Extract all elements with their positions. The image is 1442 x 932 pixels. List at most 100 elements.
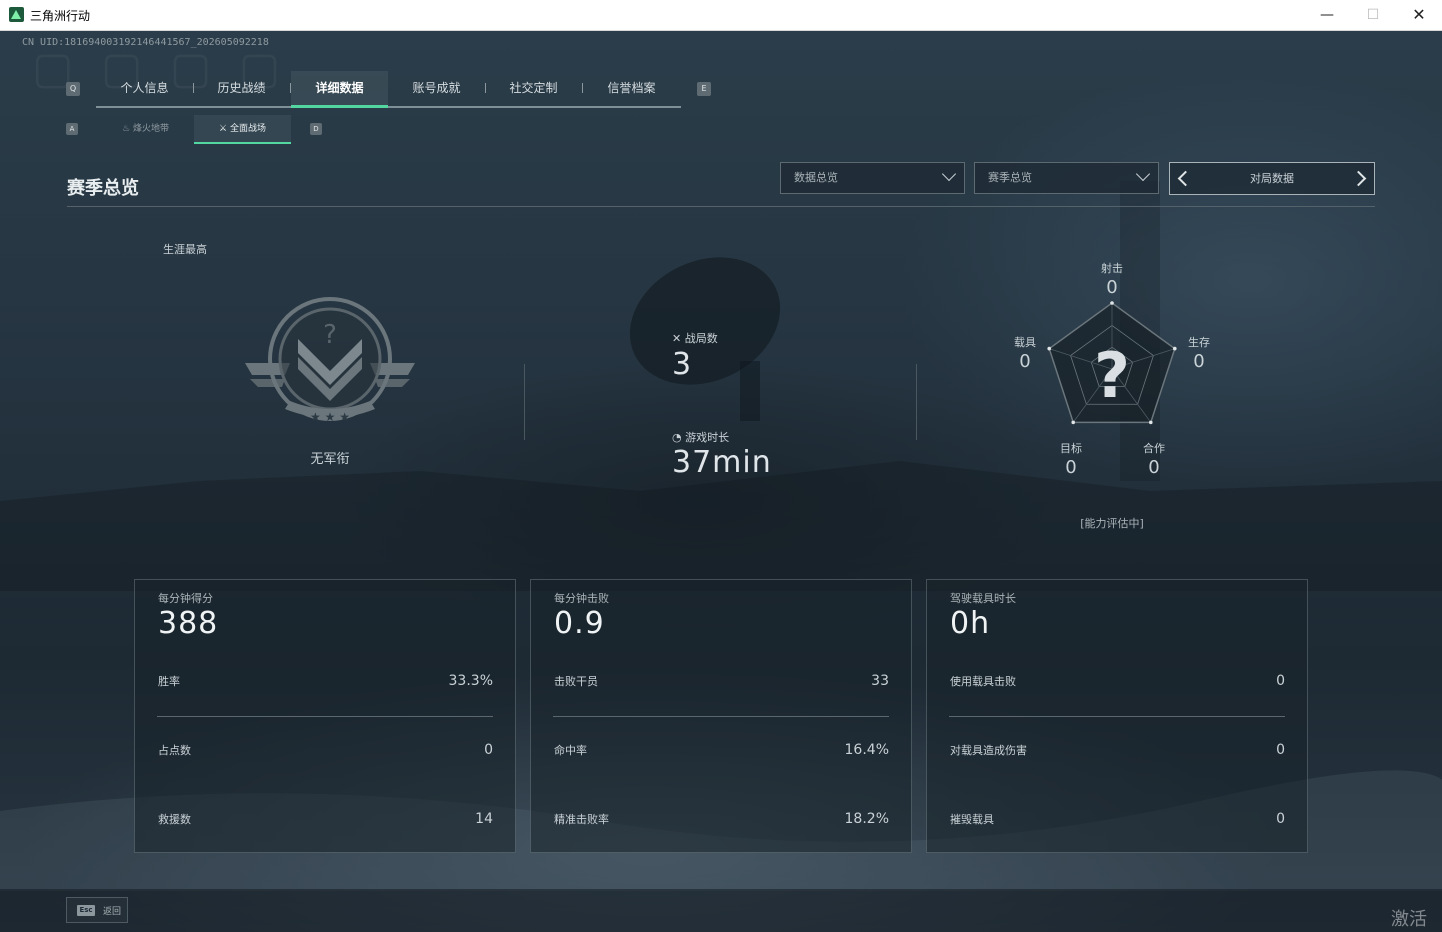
card-heading: 每分钟击败: [554, 592, 609, 605]
radar-vertex: [1110, 301, 1114, 305]
matches-value: 3: [672, 347, 693, 382]
tab-personal-info[interactable]: 个人信息: [96, 71, 193, 106]
tab-reputation[interactable]: 信誉档案: [583, 71, 680, 106]
card-big-value: 0.9: [554, 606, 605, 641]
back-label: 返回: [103, 907, 122, 917]
row-label: 对载具造成伤害: [950, 744, 1027, 757]
subtab-firezone-label: 烽火地带: [132, 124, 169, 134]
header-divider: [67, 206, 1375, 207]
radar-label-cooperation: 合作: [1143, 442, 1165, 455]
tab-social[interactable]: 社交定制: [485, 71, 582, 106]
tab-match-history[interactable]: 历史战绩: [193, 71, 290, 106]
rank-name: 无军衔: [310, 452, 350, 467]
match-data-pager: 对局数据: [1169, 162, 1375, 195]
row-label: 胜率: [158, 675, 180, 688]
rank-stars: ★ ★ ★: [310, 410, 350, 424]
page-title: 赛季总览: [67, 178, 139, 199]
window-title: 三角洲行动: [30, 9, 91, 23]
row-label: 救援数: [158, 813, 191, 826]
rank-badge-icon: ? ★ ★ ★: [245, 297, 415, 424]
chevron-down-icon: [1135, 166, 1151, 182]
tab-next-key[interactable]: E: [697, 82, 711, 96]
subtab-warfare[interactable]: ⚔ 全面战场: [194, 115, 291, 144]
dropdown-value: 赛季总览: [988, 171, 1032, 184]
season-dropdown[interactable]: 赛季总览: [974, 162, 1159, 194]
crossed-swords-icon: ✕: [672, 332, 685, 345]
career-highest-label: 生涯最高: [163, 243, 207, 256]
subtab-prev-key[interactable]: A: [66, 123, 78, 135]
playtime-label: 游戏时长: [685, 431, 730, 444]
radar-vertex: [1071, 420, 1076, 425]
radar-status: [能力评估中]: [1080, 517, 1144, 530]
row-label: 命中率: [554, 744, 587, 757]
row-label: 使用载具击败: [950, 675, 1016, 688]
crossed-arrows-icon: ⚔: [219, 124, 230, 134]
row-label: 击败干员: [554, 675, 598, 688]
subtab-firezone[interactable]: ♨ 烽火地带: [97, 115, 194, 143]
row-value: 0: [1276, 673, 1285, 689]
close-button[interactable]: ✕: [1396, 0, 1442, 30]
section-divider: [524, 364, 525, 440]
row-divider: [157, 716, 493, 717]
maximize-button[interactable]: ☐: [1350, 0, 1396, 30]
esc-key-icon: Esc: [77, 905, 95, 916]
radar-label-objective: 目标: [1060, 442, 1082, 455]
radar-vertex: [1148, 420, 1153, 425]
app-logo-icon: [9, 7, 24, 22]
chevron-down-icon: [941, 166, 957, 182]
rank-badge-glyph: ?: [323, 320, 337, 350]
back-button[interactable]: Esc 返回: [66, 897, 128, 923]
playtime-stat: ◔ 游戏时长: [672, 429, 729, 445]
tab-prev-key[interactable]: Q: [66, 82, 80, 96]
radar-value-vehicle: 0: [1019, 351, 1031, 372]
dropdown-value: 数据总览: [794, 171, 838, 184]
window-titlebar: 三角洲行动 — ☐ ✕: [0, 0, 1442, 31]
row-label: 占点数: [158, 744, 191, 757]
radar-vertex: [1047, 346, 1052, 351]
card-heading: 每分钟得分: [158, 592, 213, 605]
card-big-value: 0h: [950, 606, 991, 641]
main-tab-bar: 个人信息 历史战绩 详细数据 账号成就 社交定制 信誉档案: [96, 71, 681, 108]
playtime-value: 37min: [672, 445, 772, 480]
section-divider: [916, 364, 917, 440]
matches-stat: ✕ 战局数: [672, 330, 718, 346]
row-label: 精准击败率: [554, 813, 609, 826]
minimize-button[interactable]: —: [1304, 0, 1350, 30]
row-value: 18.2%: [844, 811, 889, 827]
row-value: 0: [1276, 811, 1285, 827]
row-value: 16.4%: [844, 742, 889, 758]
game-scene: ▢ ▢ ▢ ▢ CN UID:18169400319214644156­7_20…: [0, 31, 1442, 932]
subtab-next-key[interactable]: D: [310, 123, 322, 135]
subtab-warfare-label: 全面战场: [229, 124, 266, 134]
stat-card-vehicle: 驾驶载具时长 0h 使用载具击败 0 对载具造成伤害 0 摧毁载具 0: [926, 579, 1308, 853]
matches-label: 战局数: [684, 332, 718, 345]
row-divider: [949, 716, 1285, 717]
radar-label-shooting: 射击: [1101, 262, 1123, 275]
card-heading: 驾驶载具时长: [950, 592, 1016, 605]
row-value: 0: [484, 742, 493, 758]
row-value: 0: [1276, 742, 1285, 758]
stat-card-kills: 每分钟击败 0.9 击败干员 33 命中率 16.4% 精准击败率 18.2%: [530, 579, 912, 853]
row-label: 摧毁载具: [950, 813, 994, 826]
radar-value-survival: 0: [1193, 351, 1205, 372]
radar-label-vehicle: 载具: [1014, 336, 1036, 349]
stat-card-score: 每分钟得分 388 胜率 33.3% 占点数 0 救援数 14: [134, 579, 516, 853]
radar-center-glyph: ?: [1094, 339, 1130, 412]
windows-activation-watermark: 激活 W: [1391, 909, 1427, 932]
row-divider: [553, 716, 889, 717]
footer-bar: [0, 889, 1442, 932]
data-overview-dropdown[interactable]: 数据总览: [780, 162, 965, 194]
radar-value-objective: 0: [1065, 457, 1077, 478]
tab-detailed-data[interactable]: 详细数据: [291, 71, 388, 108]
radar-vertex: [1172, 346, 1177, 351]
tab-achievements[interactable]: 账号成就: [388, 71, 485, 106]
uid-text: CN UID:18169400319214644156­7_2026050922…: [22, 37, 269, 48]
radar-value-shooting: 0: [1106, 277, 1118, 298]
ability-radar-chart: ?: [1047, 301, 1177, 425]
row-value: 14: [475, 811, 493, 827]
radar-label-survival: 生存: [1188, 336, 1210, 349]
row-value: 33: [871, 673, 889, 689]
row-value: 33.3%: [448, 673, 493, 689]
card-big-value: 388: [158, 606, 219, 641]
pager-label: 对局数据: [1250, 172, 1294, 185]
